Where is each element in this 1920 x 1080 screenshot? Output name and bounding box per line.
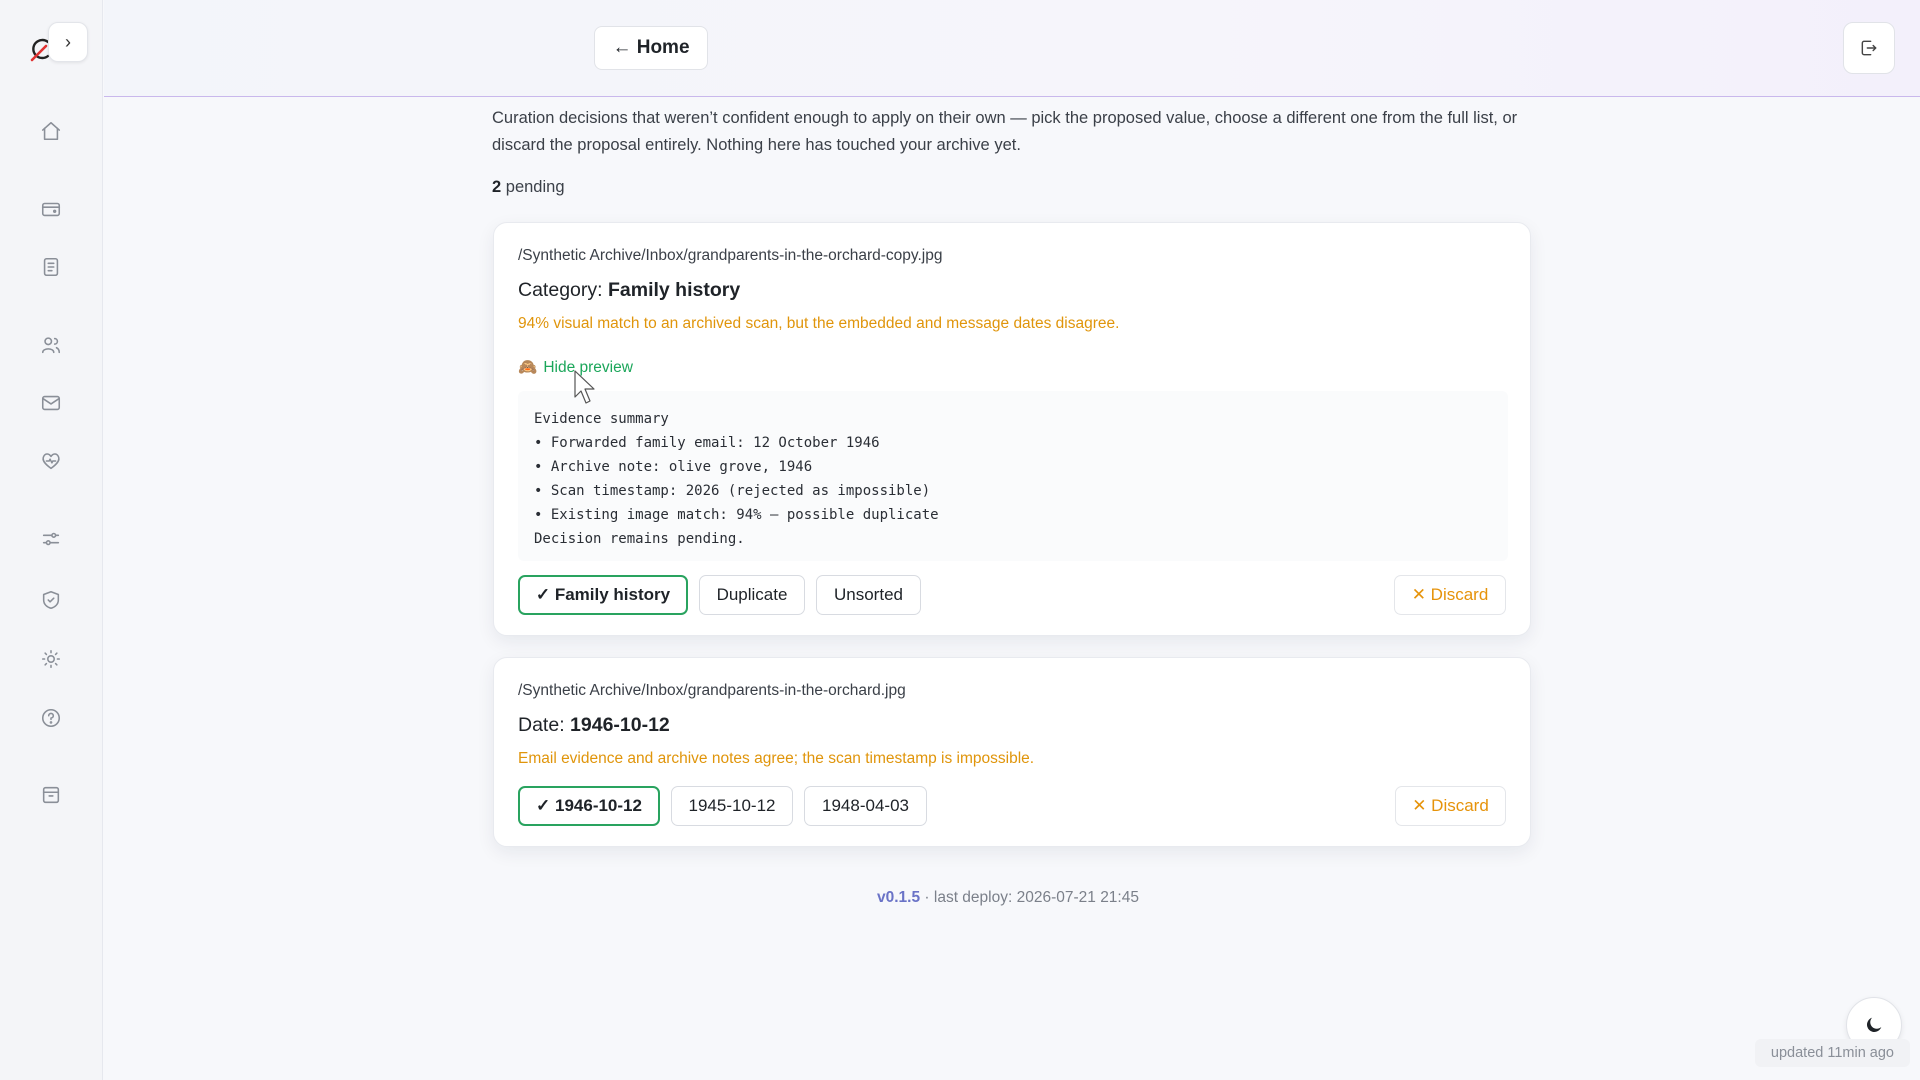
field-value: 1946-10-12: [570, 714, 670, 736]
option-duplicate[interactable]: Duplicate: [699, 575, 805, 615]
help-icon: [41, 708, 61, 728]
sidebar-item-filters[interactable]: [37, 525, 65, 553]
document-icon: [43, 257, 59, 277]
sidebar-item-health[interactable]: [37, 447, 65, 475]
logout-icon: [1861, 40, 1877, 56]
option-1946-10-12[interactable]: ✓ 1946-10-12: [518, 786, 660, 826]
field-value: Family history: [607, 279, 741, 301]
sidebar-expand-button[interactable]: ›: [48, 22, 88, 62]
pending-label: pending: [501, 178, 565, 196]
see-no-evil-monkey-icon: 🙈: [518, 359, 538, 376]
mouse-cursor-icon: [573, 369, 599, 410]
review-card: /Synthetic Archive/Inbox/grandparents-in…: [493, 657, 1531, 847]
sun-icon: [41, 649, 61, 669]
option-1945-10-12[interactable]: 1945-10-12: [671, 786, 793, 826]
home-icon: [41, 121, 61, 141]
sidebar-item-settings[interactable]: [37, 645, 65, 673]
moon-icon: [1866, 1017, 1882, 1033]
home-button[interactable]: ← Home: [594, 26, 708, 70]
version-label: v0.1.5: [877, 889, 921, 906]
sidebar: ›: [0, 0, 103, 1080]
mail-icon: [41, 395, 61, 411]
option-family-history[interactable]: ✓ Family history: [518, 575, 688, 615]
heart-pulse-icon: [42, 453, 60, 470]
wallet-icon: [41, 202, 61, 217]
option-unsorted[interactable]: Unsorted: [816, 575, 921, 615]
sidebar-item-mail[interactable]: [37, 389, 65, 417]
sliders-icon: [42, 532, 60, 546]
pending-number: 2: [492, 178, 502, 196]
deploy-label: · last deploy: 2026-07-21 21:45: [920, 889, 1139, 906]
chevron-right-icon: ›: [65, 31, 71, 52]
discard-button[interactable]: ✕ Discard: [1394, 575, 1506, 615]
top-header: ← Home: [104, 0, 1920, 97]
logout-button[interactable]: [1843, 22, 1895, 74]
sidebar-item-security[interactable]: [37, 586, 65, 614]
sidebar-item-wallet[interactable]: [37, 195, 65, 223]
evidence-preview: Evidence summary • Forwarded family emai…: [518, 391, 1508, 561]
version-footer: v0.1.5 · last deploy: 2026-07-21 21:45: [877, 889, 1139, 907]
discard-button[interactable]: ✕ Discard: [1395, 786, 1506, 826]
confidence-reason: Email evidence and archive notes agree; …: [518, 750, 1035, 767]
field-label: Date:: [518, 714, 571, 736]
file-path: /Synthetic Archive/Inbox/grandparents-in…: [518, 247, 943, 264]
archive-icon: [42, 786, 60, 804]
sidebar-item-help[interactable]: [37, 704, 65, 732]
field-label: Category:: [518, 279, 608, 301]
sidebar-item-home[interactable]: [37, 117, 65, 145]
file-path: /Synthetic Archive/Inbox/grandparents-in…: [518, 682, 906, 699]
shield-check-icon: [42, 590, 60, 610]
option-1948-04-03[interactable]: 1948-04-03: [804, 786, 927, 826]
people-icon: [41, 337, 61, 354]
updated-status: updated 11min ago: [1754, 1039, 1910, 1067]
review-card: /Synthetic Archive/Inbox/grandparents-in…: [493, 222, 1531, 636]
field-title: Category: Family history: [518, 279, 740, 302]
confidence-reason: 94% visual match to an archived scan, bu…: [518, 315, 1120, 332]
sidebar-item-people[interactable]: [37, 331, 65, 359]
page-description: Curation decisions that weren’t confiden…: [492, 109, 1518, 154]
field-title: Date: 1946-10-12: [518, 714, 670, 737]
pending-count: 2 pending: [492, 178, 565, 197]
sidebar-item-archive[interactable]: [37, 781, 65, 809]
sidebar-item-documents[interactable]: [37, 253, 65, 281]
